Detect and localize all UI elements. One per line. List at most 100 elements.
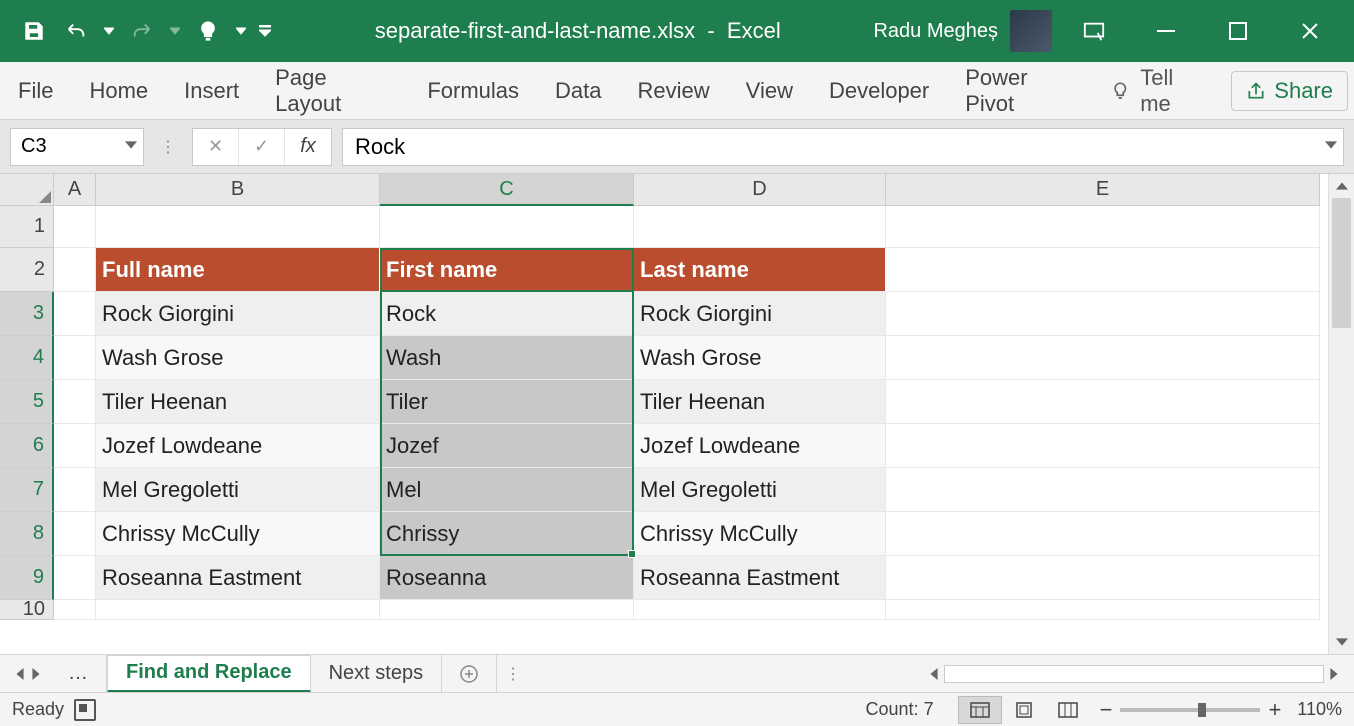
sheet-tab-find-and-replace[interactable]: Find and Replace — [107, 655, 311, 693]
select-all-corner[interactable] — [0, 174, 54, 206]
cell-a9[interactable] — [54, 556, 96, 600]
enter-button[interactable]: ✓ — [239, 129, 285, 165]
row-header-2[interactable]: 2 — [0, 248, 54, 292]
tab-ellipsis[interactable]: … — [50, 655, 107, 693]
tab-review[interactable]: Review — [620, 66, 728, 116]
cell-d2[interactable]: Last name — [634, 248, 886, 292]
col-header-a[interactable]: A — [54, 174, 96, 206]
cell-a5[interactable] — [54, 380, 96, 424]
share-button[interactable]: Share — [1231, 71, 1348, 111]
cell-a4[interactable] — [54, 336, 96, 380]
maximize-button[interactable] — [1214, 13, 1262, 49]
fill-handle[interactable] — [628, 550, 636, 558]
cell-b1[interactable] — [96, 206, 380, 248]
cell-c3[interactable]: Rock — [380, 292, 634, 336]
name-box[interactable]: C3 — [10, 128, 144, 166]
undo-dropdown-icon[interactable] — [100, 13, 118, 49]
cell-a6[interactable] — [54, 424, 96, 468]
cell-e1[interactable] — [886, 206, 1320, 248]
col-header-c[interactable]: C — [380, 174, 634, 206]
view-page-break-button[interactable] — [1046, 696, 1090, 724]
col-header-e[interactable]: E — [886, 174, 1320, 206]
chevron-down-icon[interactable] — [125, 139, 137, 151]
tab-home[interactable]: Home — [71, 66, 166, 116]
qat-customize-icon[interactable] — [256, 13, 274, 49]
cell-a1[interactable] — [54, 206, 96, 248]
cell-b7[interactable]: Mel Gregoletti — [96, 468, 380, 512]
cell-d8[interactable]: Chrissy McCully — [634, 512, 886, 556]
cell-a8[interactable] — [54, 512, 96, 556]
cell-d1[interactable] — [634, 206, 886, 248]
row-header-5[interactable]: 5 — [0, 380, 54, 424]
zoom-level-label[interactable]: 110% — [1297, 699, 1342, 720]
cell-c7[interactable]: Mel — [380, 468, 634, 512]
new-sheet-button[interactable] — [442, 655, 497, 693]
zoom-out-button[interactable]: − — [1100, 697, 1113, 723]
split-handle[interactable]: ⋮ — [154, 137, 182, 157]
cell-c1[interactable] — [380, 206, 634, 248]
cell-d5[interactable]: Tiler Heenan — [634, 380, 886, 424]
row-header-4[interactable]: 4 — [0, 336, 54, 380]
tab-power-pivot[interactable]: Power Pivot — [947, 53, 1093, 129]
tab-page-layout[interactable]: Page Layout — [257, 53, 409, 129]
zoom-in-button[interactable]: + — [1268, 697, 1281, 723]
cell-d9[interactable]: Roseanna Eastment — [634, 556, 886, 600]
tab-view[interactable]: View — [728, 66, 811, 116]
cell-b8[interactable]: Chrissy McCully — [96, 512, 380, 556]
tab-insert[interactable]: Insert — [166, 66, 257, 116]
cell-b3[interactable]: Rock Giorgini — [96, 292, 380, 336]
avatar[interactable] — [1010, 10, 1052, 52]
cell-b6[interactable]: Jozef Lowdeane — [96, 424, 380, 468]
cell-c4[interactable]: Wash — [380, 336, 634, 380]
scroll-thumb[interactable] — [1332, 198, 1351, 328]
cell-c2[interactable]: First name — [380, 248, 634, 292]
cell-b5[interactable]: Tiler Heenan — [96, 380, 380, 424]
view-normal-button[interactable] — [958, 696, 1002, 724]
lightbulb-dropdown-icon[interactable] — [232, 13, 250, 49]
row-header-7[interactable]: 7 — [0, 468, 54, 512]
macro-record-icon[interactable] — [74, 699, 96, 721]
tab-file[interactable]: File — [0, 66, 71, 116]
cell-c10[interactable] — [380, 600, 634, 620]
hscroll-track[interactable] — [944, 665, 1324, 683]
tab-developer[interactable]: Developer — [811, 66, 947, 116]
tab-nav[interactable] — [6, 668, 50, 680]
cell-c9[interactable]: Roseanna — [380, 556, 634, 600]
chevron-left-icon[interactable] — [14, 668, 26, 680]
cell-a3[interactable] — [54, 292, 96, 336]
row-header-3[interactable]: 3 — [0, 292, 54, 336]
scroll-down-icon[interactable] — [1329, 630, 1354, 654]
chevron-down-icon[interactable] — [1325, 139, 1337, 151]
minimize-button[interactable] — [1142, 13, 1190, 49]
redo-button[interactable] — [124, 13, 160, 49]
row-header-8[interactable]: 8 — [0, 512, 54, 556]
cancel-button[interactable]: ✕ — [193, 129, 239, 165]
col-header-b[interactable]: B — [96, 174, 380, 206]
ribbon-display-options-icon[interactable] — [1070, 13, 1118, 49]
row-header-1[interactable]: 1 — [0, 206, 54, 248]
scroll-track[interactable] — [1329, 198, 1354, 630]
cell-b2[interactable]: Full name — [96, 248, 380, 292]
chevron-right-icon[interactable] — [1328, 668, 1340, 680]
sheet-tab-next-steps[interactable]: Next steps — [311, 655, 442, 693]
cell-b10[interactable] — [96, 600, 380, 620]
grid[interactable]: A B C D E 1 2 Full name First name Last … — [0, 174, 1328, 654]
scroll-up-icon[interactable] — [1329, 174, 1354, 198]
cell-d4[interactable]: Wash Grose — [634, 336, 886, 380]
zoom-thumb[interactable] — [1198, 703, 1206, 717]
tell-me-search[interactable]: Tell me — [1094, 65, 1222, 117]
cell-b9[interactable]: Roseanna Eastment — [96, 556, 380, 600]
cell-a7[interactable] — [54, 468, 96, 512]
cell-e4[interactable] — [886, 336, 1320, 380]
save-button[interactable] — [16, 13, 52, 49]
cell-c8[interactable]: Chrissy — [380, 512, 634, 556]
cell-c5[interactable]: Tiler — [380, 380, 634, 424]
insert-function-button[interactable]: fx — [285, 129, 331, 165]
formula-input[interactable]: Rock — [342, 128, 1344, 166]
horizontal-scrollbar[interactable] — [529, 665, 1348, 683]
cell-e9[interactable] — [886, 556, 1320, 600]
view-page-layout-button[interactable] — [1002, 696, 1046, 724]
cell-c6[interactable]: Jozef — [380, 424, 634, 468]
cell-e2[interactable] — [886, 248, 1320, 292]
cell-d3[interactable]: Rock Giorgini — [634, 292, 886, 336]
